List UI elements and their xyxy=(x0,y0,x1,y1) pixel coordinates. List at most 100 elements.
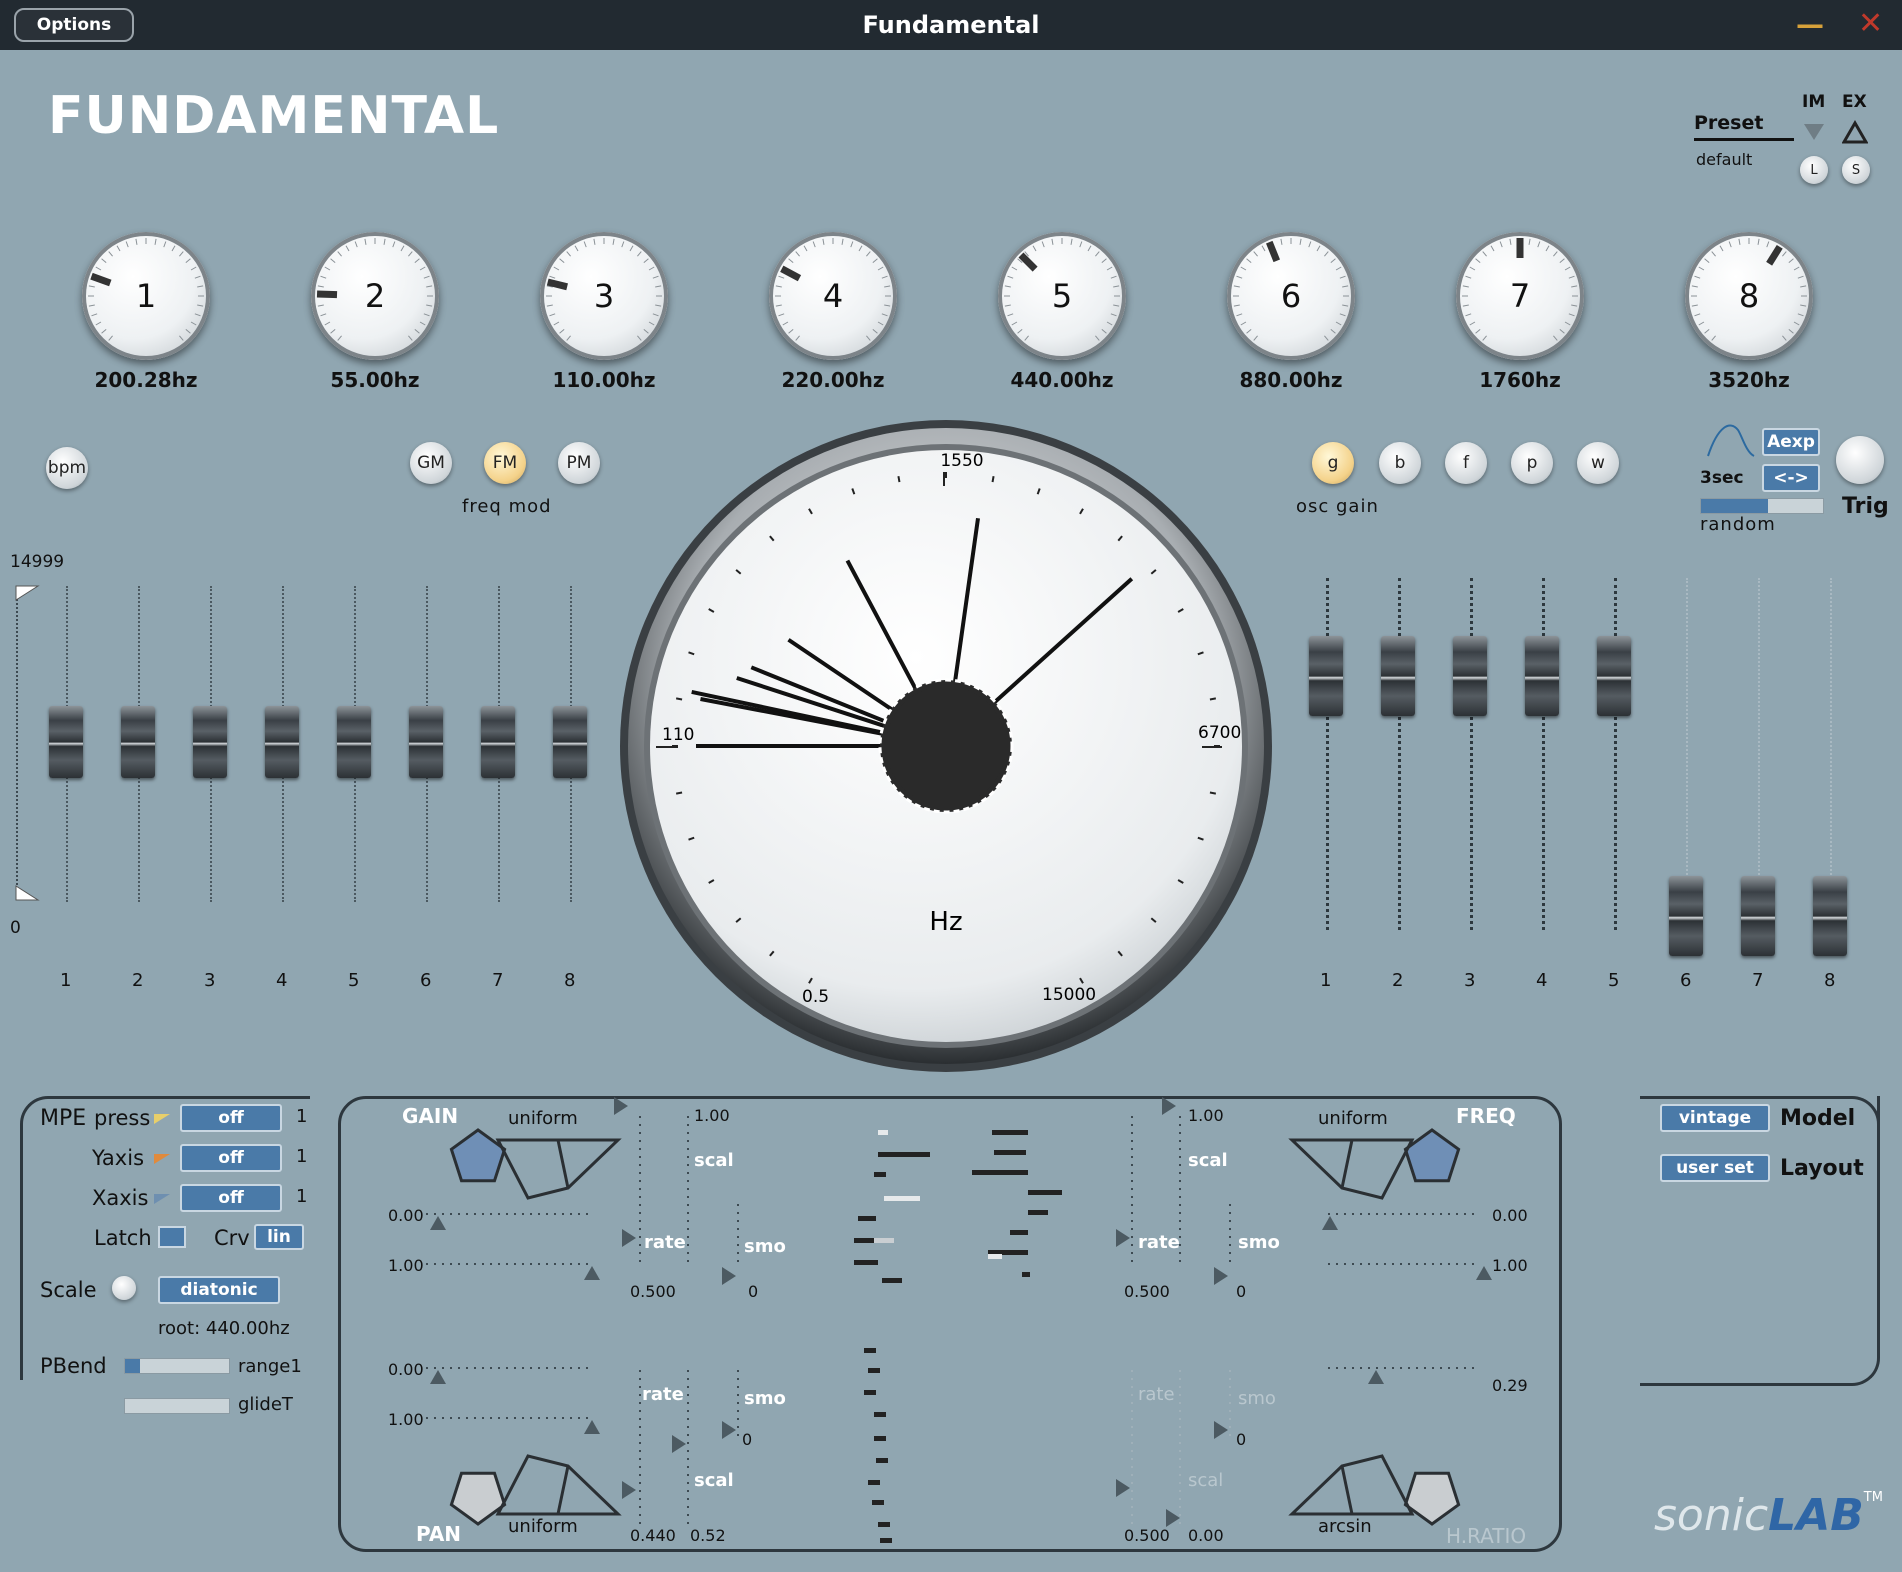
gain-fader-2[interactable] xyxy=(1381,636,1415,716)
gain-fader-6[interactable] xyxy=(1669,876,1703,956)
preset-value[interactable]: default xyxy=(1696,150,1752,169)
hratio-scal-handle[interactable] xyxy=(1166,1509,1180,1527)
freq-distribution[interactable]: uniform xyxy=(1318,1108,1388,1129)
press-value[interactable]: off xyxy=(180,1104,282,1132)
load-preset-button[interactable]: L xyxy=(1800,156,1828,184)
pan-smo-handle[interactable] xyxy=(722,1421,736,1439)
osc-knob-5[interactable]: 5 xyxy=(998,232,1126,360)
export-arrow-icon[interactable] xyxy=(1842,120,1868,144)
gain-distribution[interactable]: uniform xyxy=(508,1108,578,1129)
range-min-handle[interactable] xyxy=(14,884,40,902)
pbend-slider[interactable] xyxy=(124,1358,230,1374)
yaxis-value[interactable]: off xyxy=(180,1144,282,1172)
gain-scal-handle[interactable] xyxy=(614,1097,628,1115)
osc-knob-8[interactable]: 8 xyxy=(1685,232,1813,360)
freq-scal-handle[interactable] xyxy=(1162,1097,1176,1115)
freq-fader-2[interactable] xyxy=(121,706,155,778)
freq-fader-3[interactable] xyxy=(193,706,227,778)
freq-smo-value: 0 xyxy=(1236,1282,1247,1301)
osc-freq-6: 880.00hz xyxy=(1239,368,1343,392)
gain-fader-3[interactable] xyxy=(1453,636,1487,716)
osc-knob-4[interactable]: 4 xyxy=(769,232,897,360)
model-value[interactable]: vintage xyxy=(1660,1104,1770,1132)
latch-toggle[interactable] xyxy=(158,1226,186,1248)
osc-knob-3[interactable]: 3 xyxy=(540,232,668,360)
range-track xyxy=(16,592,18,892)
crv-value[interactable]: lin xyxy=(254,1224,304,1250)
gain-fader-7[interactable] xyxy=(1741,876,1775,956)
save-preset-button[interactable]: S xyxy=(1842,156,1870,184)
hratio-shape-icon[interactable] xyxy=(1288,1454,1461,1526)
gain-fader-1[interactable] xyxy=(1309,636,1343,716)
dial-label-top: 1550 xyxy=(940,451,983,471)
xaxis-arrow-icon xyxy=(154,1194,170,1204)
fm-button[interactable]: FM xyxy=(484,442,526,484)
freq-fader-1[interactable] xyxy=(49,706,83,778)
import-arrow-icon[interactable] xyxy=(1802,122,1826,142)
pan-rate-label: rate xyxy=(642,1384,684,1405)
freq-max-handle[interactable] xyxy=(1476,1266,1492,1280)
gain-min-handle[interactable] xyxy=(430,1216,446,1230)
freq-fader-4[interactable] xyxy=(265,706,299,778)
freq-rate-value: 0.500 xyxy=(1124,1282,1170,1301)
gain-min: 0.00 xyxy=(388,1206,424,1225)
freq-rate-handle[interactable] xyxy=(1116,1229,1130,1247)
close-button[interactable]: ✕ xyxy=(1858,6,1883,41)
freq-min-handle[interactable] xyxy=(1322,1216,1338,1230)
hratio-handle[interactable] xyxy=(1368,1370,1384,1384)
minimize-button[interactable]: — xyxy=(1796,8,1824,41)
dial-unit: Hz xyxy=(929,907,962,937)
gain-smo-handle[interactable] xyxy=(722,1267,736,1285)
osc-knob-7[interactable]: 7 xyxy=(1456,232,1584,360)
gain-w-button[interactable]: w xyxy=(1577,442,1619,484)
gain-max-handle[interactable] xyxy=(584,1266,600,1280)
bpm-button[interactable]: bpm xyxy=(46,447,88,489)
hratio-distribution[interactable]: arcsin xyxy=(1318,1516,1372,1537)
pan-min-handle[interactable] xyxy=(430,1370,446,1384)
gain-g-button[interactable]: g xyxy=(1312,442,1354,484)
osc-freq-4: 220.00hz xyxy=(781,368,885,392)
root-label: root: 440.00hz xyxy=(158,1318,290,1339)
osc-knob-2[interactable]: 2 xyxy=(311,232,439,360)
pan-distribution[interactable]: uniform xyxy=(508,1516,578,1537)
gain-shape-icon[interactable] xyxy=(449,1128,622,1200)
trig-button[interactable] xyxy=(1836,436,1884,484)
envelope-mode-button[interactable]: Aexp xyxy=(1762,428,1820,456)
gain-p-button[interactable]: p xyxy=(1511,442,1553,484)
knob-number: 2 xyxy=(364,277,386,315)
range-max-handle[interactable] xyxy=(14,584,40,602)
osc-knob-6[interactable]: 6 xyxy=(1227,232,1355,360)
envelope-direction-button[interactable]: <-> xyxy=(1762,464,1820,492)
frequency-dial: Hz 1550 110 6700 0.5 15000 xyxy=(620,420,1272,1072)
gain-f-button[interactable]: f xyxy=(1445,442,1487,484)
scale-toggle[interactable] xyxy=(112,1276,136,1300)
pan-scal-handle[interactable] xyxy=(672,1435,686,1453)
layout-value[interactable]: user set xyxy=(1660,1154,1770,1182)
freq-fader-8[interactable] xyxy=(553,706,587,778)
freq-fader-7[interactable] xyxy=(481,706,515,778)
gm-button[interactable]: GM xyxy=(410,442,452,484)
scale-value[interactable]: diatonic xyxy=(158,1276,280,1304)
options-button[interactable]: Options xyxy=(14,8,134,42)
osc-knob-1[interactable]: 1 xyxy=(82,232,210,360)
pan-rate-handle[interactable] xyxy=(622,1481,636,1499)
envelope-curve-icon xyxy=(1707,424,1755,457)
pm-button[interactable]: PM xyxy=(558,442,600,484)
pan-shape-icon[interactable] xyxy=(449,1454,622,1526)
knob-number: 8 xyxy=(1738,277,1760,315)
gain-fader-8[interactable] xyxy=(1813,876,1847,956)
freq-smo-handle[interactable] xyxy=(1214,1267,1228,1285)
gain-fader-5[interactable] xyxy=(1597,636,1631,716)
freq-shape-icon[interactable] xyxy=(1288,1128,1461,1200)
freq-fader-5[interactable] xyxy=(337,706,371,778)
glide-slider[interactable] xyxy=(124,1398,230,1414)
hratio-smo-handle[interactable] xyxy=(1214,1421,1228,1439)
freq-fader-6[interactable] xyxy=(409,706,443,778)
pan-max-handle[interactable] xyxy=(584,1420,600,1434)
gain-fader-4[interactable] xyxy=(1525,636,1559,716)
random-slider[interactable] xyxy=(1700,498,1824,514)
gain-b-button[interactable]: b xyxy=(1379,442,1421,484)
hratio-rate-handle[interactable] xyxy=(1116,1479,1130,1497)
gain-rate-handle[interactable] xyxy=(622,1229,636,1247)
xaxis-value[interactable]: off xyxy=(180,1184,282,1212)
